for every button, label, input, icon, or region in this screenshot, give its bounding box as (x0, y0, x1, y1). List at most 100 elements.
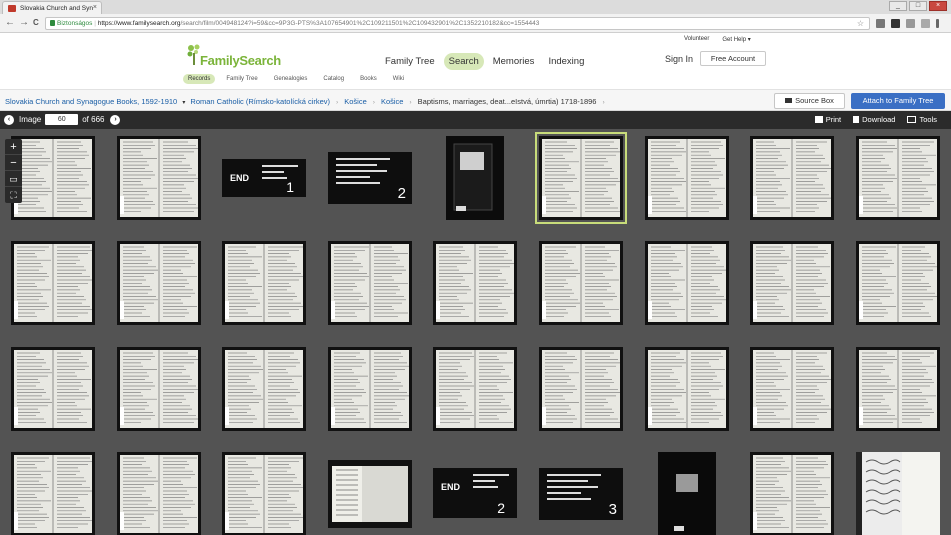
image-number-input[interactable]: 60 (45, 114, 79, 125)
record-image-thumbnail[interactable] (750, 347, 834, 431)
card-number: 3 (608, 501, 617, 518)
tools-icon (907, 116, 917, 123)
breadcrumb-religion[interactable]: Roman Catholic (Rímsko-katolícká cirkev) (190, 97, 330, 106)
record-image-thumbnail[interactable] (117, 452, 201, 535)
collection-dropdown-icon[interactable]: ▾ (182, 100, 185, 106)
subnav-wiki[interactable]: Wiki (388, 74, 409, 84)
record-image-thumbnail[interactable] (750, 136, 834, 220)
subnav-genealogies[interactable]: Genealogies (269, 74, 313, 84)
fullscreen-icon[interactable]: ⛶ (5, 187, 22, 203)
record-image-thumbnail[interactable] (117, 136, 201, 220)
record-image-thumbnail[interactable] (433, 347, 517, 431)
record-image-thumbnail[interactable] (658, 452, 716, 535)
record-image-thumbnail[interactable] (856, 452, 940, 535)
record-image-thumbnail[interactable] (856, 136, 940, 220)
record-image-thumbnail[interactable] (856, 241, 940, 325)
card-text-lines (547, 474, 615, 504)
print-label: Print (825, 115, 842, 124)
record-image-thumbnail[interactable] (750, 241, 834, 325)
record-image-thumbnail[interactable] (11, 347, 95, 431)
menu-icon[interactable] (936, 19, 939, 28)
attach-to-family-tree-button[interactable]: Attach to Family Tree (851, 93, 945, 109)
record-image-thumbnail[interactable] (856, 347, 940, 431)
url-bar[interactable]: Biztonságos | https://www.familysearch.o… (45, 17, 870, 30)
record-image-thumbnail[interactable] (539, 241, 623, 325)
back-arrow-icon[interactable]: ← (5, 17, 15, 28)
record-image-thumbnail[interactable] (11, 241, 95, 325)
breadcrumb-current: Baptisms, marriages, deat...eIstvá, úmrt… (417, 97, 597, 106)
bookmark-star-icon[interactable]: ☆ (857, 18, 864, 29)
record-image-thumbnail[interactable] (117, 347, 201, 431)
target-card-thumbnail[interactable]: 3 (539, 468, 623, 520)
browser-tab[interactable]: Slovakia Church and Syn × (2, 1, 102, 14)
source-box-label: Source Box (795, 96, 834, 105)
target-card-thumbnail[interactable]: 2 (328, 152, 412, 204)
next-image-icon[interactable]: › (110, 114, 121, 125)
extension-icon[interactable] (891, 19, 900, 28)
reload-icon[interactable]: C (33, 18, 39, 27)
source-box-icon (785, 98, 793, 103)
end-target-card-thumbnail[interactable]: END 1 (222, 159, 306, 197)
book-cover-thumbnail[interactable] (446, 136, 504, 220)
breadcrumb-collection[interactable]: Slovakia Church and Synagogue Books, 159… (5, 97, 177, 106)
source-box-button[interactable]: Source Box (774, 93, 845, 109)
record-image-thumbnail[interactable] (328, 241, 412, 325)
zoom-out-icon[interactable]: − (5, 155, 22, 171)
record-image-thumbnail[interactable] (328, 347, 412, 431)
print-button[interactable]: Print (814, 115, 842, 124)
record-image-thumbnail[interactable] (750, 452, 834, 535)
url-domain: https://www.familysearch.org (97, 20, 181, 27)
record-image-thumbnail[interactable] (645, 241, 729, 325)
fit-to-screen-icon[interactable]: ▭ (5, 171, 22, 187)
main-nav: Family Tree Search Memories Indexing (380, 53, 593, 70)
browser-titlebar: Slovakia Church and Syn × _ □ × (0, 0, 951, 14)
nav-search[interactable]: Search (443, 53, 484, 70)
volunteer-link[interactable]: Volunteer (684, 36, 709, 43)
end-target-card-thumbnail[interactable]: END 2 (433, 468, 517, 518)
breadcrumb-separator-icon: › (409, 100, 412, 106)
free-account-button[interactable]: Free Account (700, 51, 766, 66)
record-image-thumbnail[interactable] (11, 452, 95, 535)
record-image-thumbnail[interactable] (222, 452, 306, 535)
nav-indexing[interactable]: Indexing (543, 53, 589, 70)
sign-in-link[interactable]: Sign In (665, 54, 693, 64)
subnav-family-tree[interactable]: Family Tree (221, 74, 262, 84)
record-image-thumbnail[interactable] (535, 132, 627, 224)
record-image-thumbnail[interactable] (539, 347, 623, 431)
forward-arrow-icon[interactable]: → (19, 17, 29, 28)
subnav-books[interactable]: Books (355, 74, 382, 84)
card-number: 1 (286, 179, 294, 195)
tools-button[interactable]: Tools (907, 115, 937, 124)
card-text-lines (473, 474, 509, 492)
breadcrumb-separator-icon: › (602, 100, 605, 106)
image-pager: ‹ Image 60 of 666 › (4, 114, 121, 125)
record-image-thumbnail[interactable] (433, 241, 517, 325)
record-image-thumbnail[interactable] (645, 347, 729, 431)
maximize-icon[interactable]: □ (909, 1, 927, 11)
record-image-thumbnail[interactable] (11, 136, 95, 220)
zoom-in-icon[interactable]: + (5, 139, 22, 155)
breadcrumb-place-2[interactable]: Košice (381, 97, 404, 106)
download-button[interactable]: Download (853, 115, 895, 124)
record-image-thumbnail[interactable] (645, 136, 729, 220)
get-help-link[interactable]: Get Help ▾ (722, 36, 750, 43)
minimize-icon[interactable]: _ (889, 1, 907, 11)
extension-icon[interactable] (906, 19, 915, 28)
extension-icon[interactable] (921, 19, 930, 28)
previous-image-icon[interactable]: ‹ (4, 114, 14, 125)
window-close-icon[interactable]: × (929, 1, 947, 11)
nav-memories[interactable]: Memories (488, 53, 540, 70)
record-image-thumbnail[interactable] (222, 347, 306, 431)
record-image-thumbnail[interactable] (222, 241, 306, 325)
breadcrumb-bar: Slovakia Church and Synagogue Books, 159… (0, 89, 951, 111)
nav-family-tree[interactable]: Family Tree (380, 53, 440, 70)
image-total: of 666 (82, 115, 105, 124)
tab-close-icon[interactable]: × (93, 4, 97, 11)
record-image-thumbnail[interactable] (117, 241, 201, 325)
subnav-records[interactable]: Records (183, 74, 216, 84)
url-path: /search/film/004948124?i=59&cc=9P3G-PTS%… (180, 20, 540, 27)
breadcrumb-place-1[interactable]: Košice (344, 97, 367, 106)
record-image-thumbnail[interactable] (328, 460, 412, 528)
subnav-catalog[interactable]: Catalog (318, 74, 349, 84)
extension-icon[interactable] (876, 19, 885, 28)
